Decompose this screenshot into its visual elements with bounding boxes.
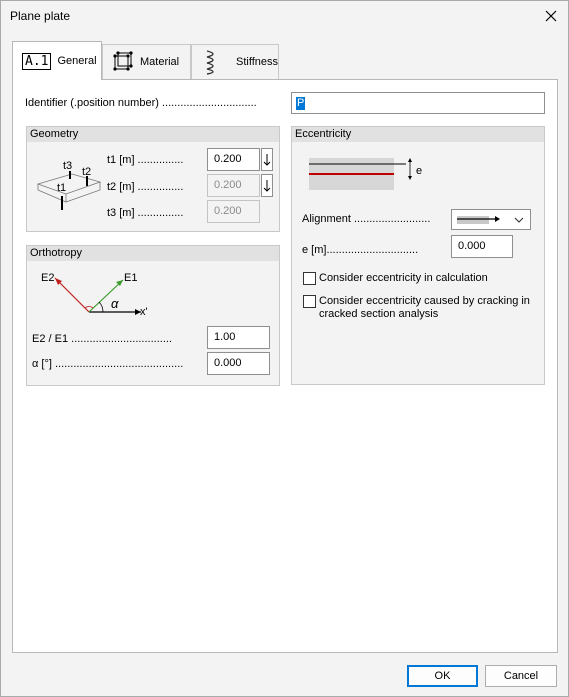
diagram-e-label: e: [416, 165, 423, 177]
tab-material[interactable]: Material: [102, 44, 191, 79]
cancel-button[interactable]: Cancel: [485, 665, 557, 687]
tab-stiffness-label: Stiffness: [236, 56, 278, 68]
alpha-label: α [°] ..................................…: [32, 358, 184, 370]
t1-input[interactable]: 0.200: [207, 148, 260, 171]
orthotropy-diagram: [54, 277, 141, 315]
t3-label: t3 [m] ...............: [107, 207, 184, 219]
identifier-value: P: [296, 97, 306, 110]
e-input[interactable]: 0.000: [451, 235, 513, 258]
t2-label: t2 [m] ...............: [107, 181, 184, 193]
consider-cracking-label-line1: Consider eccentricity caused by cracking…: [319, 295, 530, 307]
t2-arrow-button[interactable]: [261, 174, 273, 197]
window-title: Plane plate: [10, 9, 71, 23]
diagram-t3-label: t3: [63, 160, 73, 172]
consider-eccentricity-label: Consider eccentricity in calculation: [319, 272, 488, 284]
close-icon: [545, 10, 557, 22]
arrow-down-icon: [263, 153, 271, 166]
orthotropy-header: Orthotropy: [27, 246, 279, 261]
alignment-select[interactable]: [451, 209, 531, 230]
tab-material-label: Material: [140, 56, 180, 68]
t1-label: t1 [m] ...............: [107, 154, 184, 166]
diagram-e1-label: E1: [124, 272, 138, 284]
consider-eccentricity-checkbox[interactable]: [303, 272, 316, 285]
material-cube-icon: [113, 51, 133, 71]
tab-general[interactable]: A.1 General: [12, 41, 102, 80]
t2-input[interactable]: 0.200: [207, 174, 260, 197]
a1-icon: A.1: [22, 52, 52, 70]
diagram-xprime-label: x': [140, 306, 148, 318]
e2-e1-label: E2 / E1 ................................…: [32, 333, 172, 345]
ok-button[interactable]: OK: [407, 665, 478, 687]
chevron-down-icon: [514, 217, 524, 223]
geometry-header: Geometry: [27, 127, 279, 142]
diagram-t2-label: t2: [82, 166, 92, 178]
diagram-alpha-label: α: [111, 296, 119, 311]
arrow-down-icon: [263, 179, 271, 192]
diagram-e2-label: E2: [41, 272, 55, 284]
spring-icon: [206, 50, 214, 75]
identifier-input[interactable]: P: [291, 92, 545, 114]
t3-input[interactable]: 0.200: [207, 200, 260, 223]
plane-plate-dialog: Plane plate A.1 General Material Stiffne…: [0, 0, 569, 697]
e-label: e [m]..............................: [302, 244, 419, 256]
alignment-label: Alignment .........................: [302, 213, 431, 225]
tab-general-label: General: [57, 55, 97, 67]
t1-arrow-button[interactable]: [261, 148, 273, 171]
alignment-top-icon: [457, 216, 500, 224]
e2-e1-input[interactable]: 1.00: [207, 326, 270, 349]
eccentricity-header: Eccentricity: [292, 127, 544, 142]
close-button[interactable]: [538, 3, 564, 29]
alpha-input[interactable]: 0.000: [207, 352, 270, 375]
consider-cracking-label-line2: cracked section analysis: [319, 308, 439, 320]
eccentricity-diagram: [309, 158, 412, 190]
consider-cracking-eccentricity-checkbox[interactable]: [303, 295, 316, 308]
title-bar: Plane plate: [1, 1, 568, 31]
tab-stiffness[interactable]: Stiffness: [191, 44, 279, 79]
identifier-label: Identifier (.position number) ..........…: [25, 97, 257, 109]
diagram-t1-label: t1: [57, 182, 67, 194]
